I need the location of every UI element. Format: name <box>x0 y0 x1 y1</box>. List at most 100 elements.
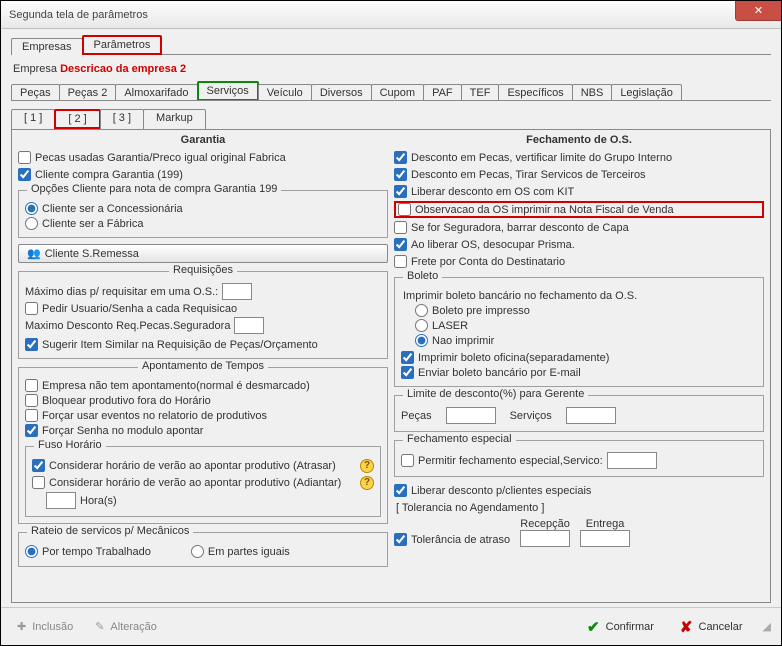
numtab-3[interactable]: [ 3 ] <box>100 109 144 129</box>
numtab-markup[interactable]: Markup <box>143 109 206 129</box>
subtab-veiculo[interactable]: Veículo <box>258 84 312 101</box>
tolerancia-label: [ Tolerancia no Agendamento ] <box>394 500 764 515</box>
chk-cliente-garantia[interactable]: Cliente compra Garantia (199) <box>18 167 388 182</box>
subtab-servicos[interactable]: Serviços <box>197 81 259 101</box>
subtab-pecas[interactable]: Peças <box>11 84 60 101</box>
legend-apontamento: Apontamento de Tempos <box>138 360 268 372</box>
legend-rateio: Rateio de servicos p/ Mecânicos <box>27 525 193 537</box>
legend-boleto: Boleto <box>403 270 442 282</box>
chk-bloquear-produtivo[interactable]: Bloquear produtivo fora do Horário <box>25 393 381 408</box>
row-max-desconto: Maximo Desconto Req.Pecas.Seguradora <box>25 316 381 335</box>
main-tab-row: Empresas Parâmetros <box>11 35 771 55</box>
chk-adiantar[interactable]: Considerar horário de verão ao apontar p… <box>32 475 356 490</box>
row-adiantar: Considerar horário de verão ao apontar p… <box>32 474 374 491</box>
row-max-dias: Máximo dias p/ requisitar em uma O.S.: <box>25 282 381 301</box>
chk-desc-grupo[interactable]: Desconto em Pecas, vertificar limite do … <box>394 150 764 165</box>
empresa-desc: Descricao da empresa 2 <box>60 63 186 75</box>
label-entrega: Entrega <box>586 518 625 530</box>
chk-pedir-usuario[interactable]: Pedir Usuario/Senha a cada Requisicao <box>25 301 381 316</box>
row-atrasar: Considerar horário de verão ao apontar p… <box>32 457 374 474</box>
chk-liberar-clientes[interactable]: Liberar desconto p/clientes especiais <box>394 483 764 498</box>
input-max-desconto[interactable] <box>234 317 264 334</box>
group-opcoes-cliente: Opções Cliente para nota de compra Garan… <box>18 190 388 238</box>
chk-sugerir-item[interactable]: Sugerir Item Similar na Requisição de Pe… <box>25 337 381 352</box>
people-icon: 👥 <box>27 247 41 260</box>
close-button[interactable]: ✕ <box>735 1 781 21</box>
chk-seguradora-capa[interactable]: Se for Seguradora, barrar desconto de Ca… <box>394 220 764 235</box>
subtab-diversos[interactable]: Diversos <box>311 84 372 101</box>
subtab-almoxarifado[interactable]: Almoxarifado <box>115 84 197 101</box>
empresa-label: Empresa <box>13 63 57 75</box>
btn-confirmar[interactable]: ✔ Confirmar <box>581 615 660 639</box>
titlebar: Segunda tela de parâmetros ✕ <box>1 1 781 29</box>
radio-fabrica[interactable]: Cliente ser a Fábrica <box>25 216 381 231</box>
radio-laser[interactable]: LASER <box>415 318 757 333</box>
chk-pecas-garantia[interactable]: Pecas usadas Garantia/Preco igual origin… <box>18 150 388 165</box>
chk-desc-terceiros[interactable]: Desconto em Pecas, Tirar Servicos de Ter… <box>394 167 764 182</box>
input-limite-pecas[interactable] <box>446 407 496 424</box>
chk-desocupar-prisma[interactable]: Ao liberar OS, desocupar Prisma. <box>394 237 764 252</box>
chk-forcar-senha[interactable]: Forçar Senha no modulo apontar <box>25 423 381 438</box>
close-icon: ✕ <box>754 4 763 17</box>
sub-tab-row: Peças Peças 2 Almoxarifado Serviços Veíc… <box>11 81 771 101</box>
radio-nao-imprimir[interactable]: Nao imprimir <box>415 333 757 348</box>
row-tolerancia: Tolerância de atraso Recepção Entrega <box>394 517 764 548</box>
row-limite: Peças Serviços <box>401 406 757 425</box>
input-horas[interactable] <box>46 492 76 509</box>
input-max-dias[interactable] <box>222 283 252 300</box>
num-tab-row: [ 1 ] [ 2 ] [ 3 ] Markup <box>11 109 771 129</box>
group-rateio: Rateio de servicos p/ Mecânicos Por temp… <box>18 532 388 567</box>
btn-alteracao[interactable]: ✎ Alteração <box>89 617 163 636</box>
header-fechamento: Fechamento de O.S. <box>394 134 764 146</box>
chk-tolerancia-atraso[interactable]: Tolerância de atraso <box>394 532 510 547</box>
boleto-line: Imprimir boleto bancário no fechamento d… <box>401 288 757 303</box>
radio-concessionaria[interactable]: Cliente ser a Concessionária <box>25 201 381 216</box>
footer-left: ✚ Inclusão ✎ Alteração <box>11 617 163 636</box>
subtab-underline <box>11 100 771 101</box>
row-rateio: Por tempo Trabalhado Em partes iguais <box>25 543 381 560</box>
right-column: Fechamento de O.S. Desconto em Pecas, ve… <box>394 134 764 596</box>
legend-limite: Limite de desconto(%) para Gerente <box>403 388 588 400</box>
help-icon[interactable]: ? <box>360 476 374 490</box>
chk-sem-apontamento[interactable]: Empresa não tem apontamento(normal é des… <box>25 378 381 393</box>
chk-frete-destinatario[interactable]: Frete por Conta do Destinatario <box>394 254 764 269</box>
input-recepcao[interactable] <box>520 530 570 547</box>
subtab-especificos[interactable]: Específicos <box>498 84 572 101</box>
radio-pre-impresso[interactable]: Boleto pre impresso <box>415 303 757 318</box>
btn-cliente-remessa[interactable]: 👥 Cliente S.Remessa <box>18 244 388 263</box>
subtab-paf[interactable]: PAF <box>423 84 462 101</box>
label-recepcao: Recepção <box>520 518 570 530</box>
subtab-cupom[interactable]: Cupom <box>371 84 424 101</box>
chk-atrasar[interactable]: Considerar horário de verão ao apontar p… <box>32 458 356 473</box>
chk-liberar-kit[interactable]: Liberar desconto em OS com KIT <box>394 184 764 199</box>
input-entrega[interactable] <box>580 530 630 547</box>
group-requisicoes: Requisições Máximo dias p/ requisitar em… <box>18 271 388 359</box>
subtab-tef[interactable]: TEF <box>461 84 500 101</box>
chk-forcar-eventos[interactable]: Forçar usar eventos no relatorio de prod… <box>25 408 381 423</box>
input-limite-servicos[interactable] <box>566 407 616 424</box>
chk-enviar-email[interactable]: Enviar boleto bancário por E-mail <box>401 365 757 380</box>
subtab-nbs[interactable]: NBS <box>572 84 613 101</box>
tab-parametros[interactable]: Parâmetros <box>82 35 163 55</box>
check-icon: ✔ <box>587 618 600 636</box>
chk-permitir-fech[interactable]: Permitir fechamento especial,Servico: <box>401 453 603 468</box>
radio-partes-iguais[interactable]: Em partes iguais <box>191 544 290 559</box>
numtab-2[interactable]: [ 2 ] <box>54 109 100 129</box>
numtab-1[interactable]: [ 1 ] <box>11 109 55 129</box>
legend-fuso: Fuso Horário <box>34 439 106 451</box>
cancel-icon: ✘ <box>680 618 693 636</box>
group-boleto: Boleto Imprimir boleto bancário no fecha… <box>394 277 764 387</box>
chk-imprimir-oficina[interactable]: Imprimir boleto oficina(separadamente) <box>401 350 757 365</box>
input-fech-servico[interactable] <box>607 452 657 469</box>
legend-fech-esp: Fechamento especial <box>403 433 516 445</box>
chk-observacao-nf[interactable]: Observacao da OS imprimir na Nota Fiscal… <box>394 201 764 218</box>
tab-empresas[interactable]: Empresas <box>11 38 83 55</box>
btn-inclusao[interactable]: ✚ Inclusão <box>11 617 79 636</box>
radio-por-tempo[interactable]: Por tempo Trabalhado <box>25 544 151 559</box>
resize-grip-icon[interactable]: ◢ <box>763 620 771 633</box>
subtab-legislacao[interactable]: Legislação <box>611 84 682 101</box>
help-icon[interactable]: ? <box>360 459 374 473</box>
subtab-pecas2[interactable]: Peças 2 <box>59 84 117 101</box>
btn-cancelar[interactable]: ✘ Cancelar <box>674 615 749 639</box>
header-garantia: Garantia <box>18 134 388 146</box>
